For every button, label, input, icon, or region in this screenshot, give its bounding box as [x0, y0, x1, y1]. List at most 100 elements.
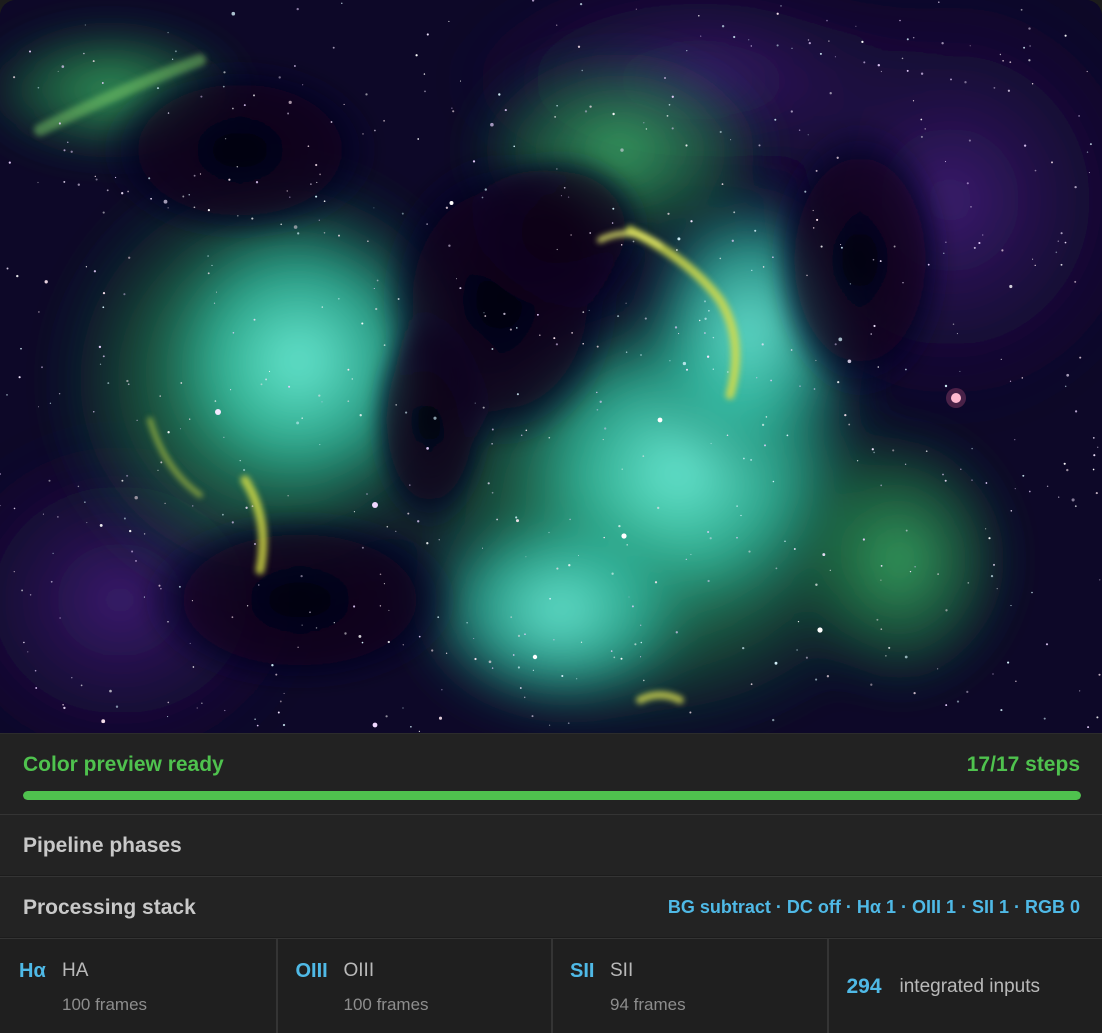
star — [870, 333, 872, 335]
star — [361, 322, 363, 324]
star — [315, 164, 317, 166]
star — [316, 182, 317, 183]
star — [225, 138, 226, 139]
star — [863, 538, 865, 540]
star — [611, 573, 613, 575]
star — [597, 346, 599, 348]
star — [992, 673, 993, 674]
star — [617, 315, 619, 317]
pipeline-phases-row[interactable]: Pipeline phases — [0, 814, 1102, 875]
star — [427, 33, 429, 35]
star — [556, 25, 557, 26]
star — [460, 81, 461, 82]
star — [1089, 172, 1090, 173]
star — [997, 588, 998, 589]
star — [959, 371, 960, 372]
star — [945, 161, 946, 162]
star — [134, 496, 137, 499]
star — [38, 87, 40, 89]
star — [289, 101, 292, 104]
star — [626, 351, 627, 352]
star — [643, 680, 645, 682]
star — [798, 621, 799, 622]
star — [321, 401, 322, 402]
star — [925, 128, 926, 129]
star — [1051, 161, 1053, 163]
star — [71, 677, 72, 678]
star — [549, 598, 551, 600]
star — [278, 712, 280, 714]
star — [719, 258, 721, 260]
star — [373, 207, 374, 208]
star — [621, 658, 623, 660]
star — [971, 448, 972, 449]
star — [722, 25, 724, 27]
star — [1075, 505, 1077, 507]
star — [704, 332, 706, 334]
star — [690, 554, 691, 555]
star — [384, 344, 386, 346]
star — [809, 42, 811, 44]
star — [232, 521, 234, 523]
processing-stack-row[interactable]: Processing stack BG subtract · DC off · … — [0, 876, 1102, 937]
star — [950, 78, 952, 80]
star — [102, 306, 104, 308]
color-preview-image[interactable] — [0, 0, 1102, 733]
star — [353, 605, 355, 607]
progress-bar-fill — [23, 791, 1081, 800]
star — [844, 414, 846, 416]
star — [1096, 492, 1098, 494]
star — [1093, 469, 1095, 471]
star — [324, 200, 326, 202]
star — [167, 716, 168, 717]
star — [136, 420, 137, 421]
star — [524, 633, 526, 635]
star — [861, 41, 863, 43]
star — [374, 130, 376, 132]
star — [813, 210, 814, 211]
channel-cell-sii[interactable]: SII SII 94 frames — [551, 939, 827, 1033]
star — [180, 428, 181, 429]
star — [766, 416, 768, 418]
star — [375, 308, 377, 310]
star — [402, 707, 403, 708]
star — [727, 371, 729, 373]
star — [937, 573, 938, 574]
star — [261, 383, 263, 385]
star — [448, 21, 449, 22]
star — [736, 505, 738, 507]
star — [748, 39, 749, 40]
star — [881, 71, 882, 72]
star — [38, 311, 39, 312]
channel-cell-oiii[interactable]: OIII OIII 100 frames — [276, 939, 552, 1033]
star — [490, 123, 494, 127]
star — [830, 570, 831, 571]
star — [159, 395, 160, 396]
star — [553, 337, 555, 339]
star — [483, 312, 484, 313]
star — [100, 364, 101, 365]
star — [62, 65, 65, 68]
star — [482, 548, 483, 549]
star — [71, 151, 73, 153]
star — [920, 119, 922, 121]
star — [1098, 674, 1100, 676]
star — [799, 129, 800, 130]
star — [231, 12, 235, 16]
star — [880, 580, 881, 581]
star — [821, 246, 823, 248]
star — [244, 104, 246, 106]
star — [791, 349, 793, 351]
channel-cell-ha[interactable]: Hα HA 100 frames — [0, 939, 276, 1033]
star — [367, 240, 368, 241]
star — [96, 178, 98, 180]
star — [419, 731, 420, 732]
star — [319, 174, 321, 176]
star — [704, 300, 706, 302]
star — [360, 414, 362, 416]
star — [863, 61, 865, 63]
star — [103, 355, 105, 357]
star — [103, 212, 105, 214]
star — [168, 207, 169, 208]
star — [554, 116, 556, 118]
